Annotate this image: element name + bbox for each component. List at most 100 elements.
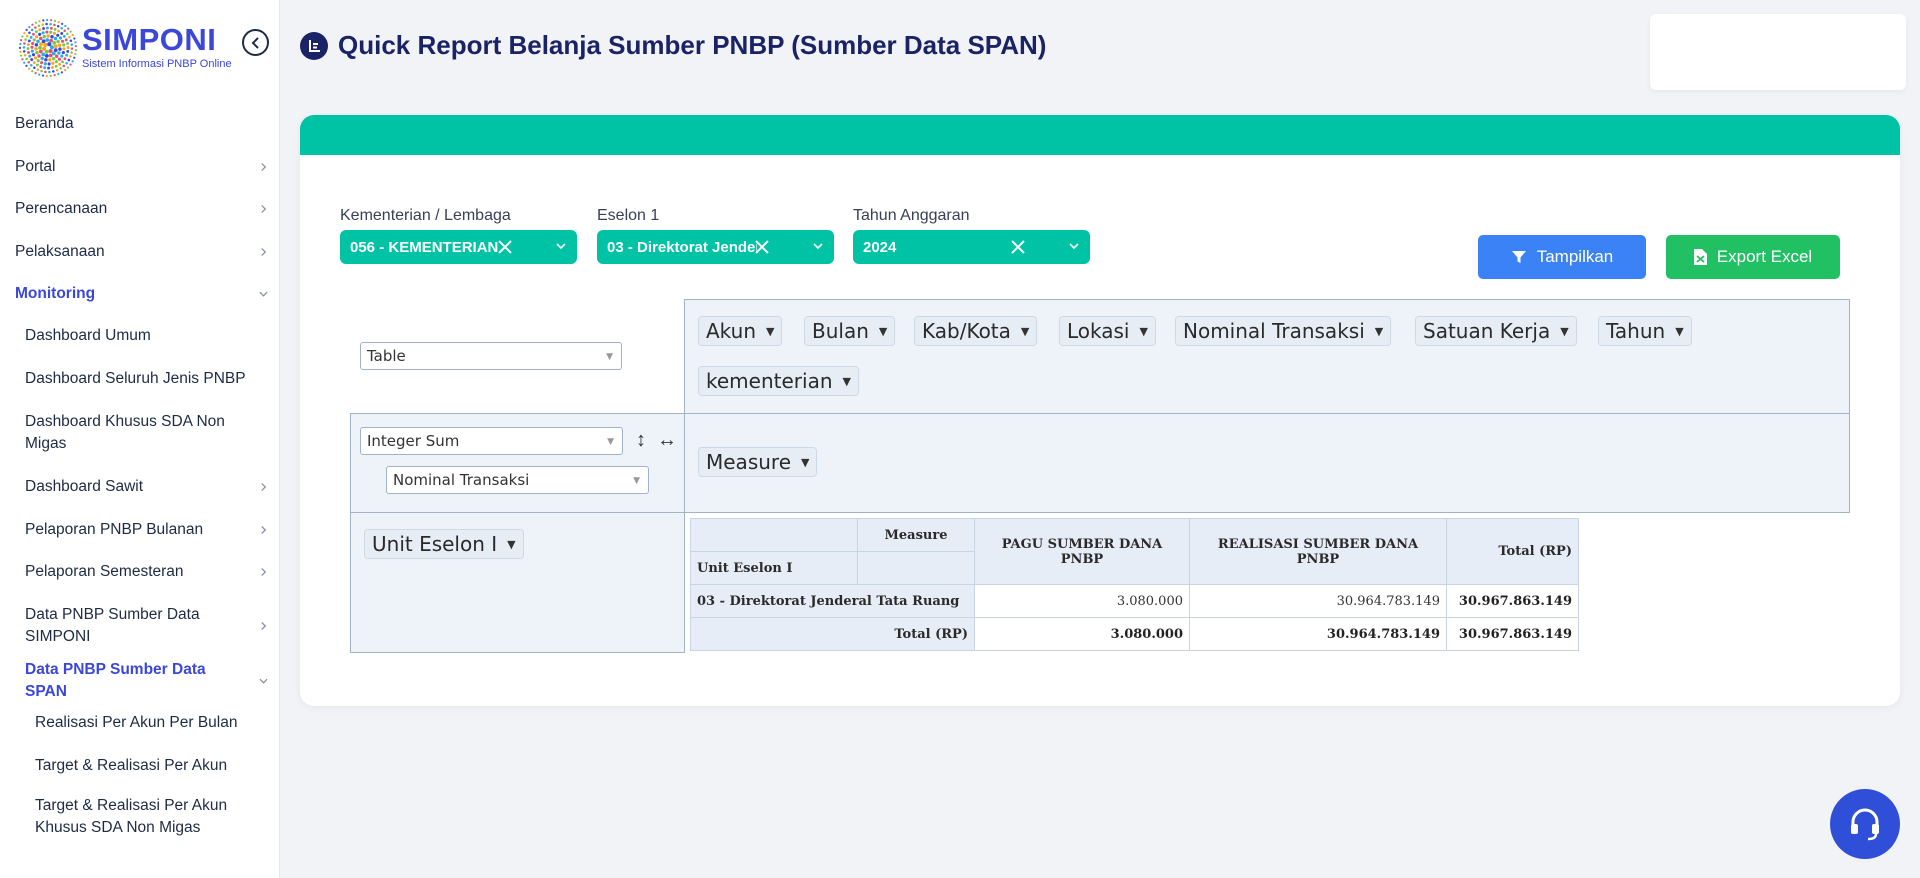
grand-total-cell[interactable]: 30.967.863.149 [1446, 617, 1579, 651]
sidebar-item[interactable]: Perencanaan [0, 188, 279, 230]
attribute-label: Akun [706, 319, 756, 343]
kementerian-select[interactable]: 056 - KEMENTERIAN [340, 230, 577, 264]
sidebar-item[interactable]: Target & Realisasi Per Akun Khusus SDA N… [0, 787, 279, 847]
row-total-cell[interactable]: 30.967.863.149 [1446, 584, 1579, 618]
sidebar-item[interactable]: Pelaporan Semesteran [0, 551, 279, 593]
chevron-left-icon [251, 36, 259, 49]
col-header-total: Total (RP) [1446, 518, 1579, 585]
triangle-down-icon: ▼ [878, 324, 888, 338]
triangle-down-icon: ▼ [801, 455, 810, 469]
triangle-down-icon: ▼ [1675, 324, 1684, 338]
sidebar-item[interactable]: Dashboard Seluruh Jenis PNBP [0, 357, 279, 400]
sidebar-item[interactable]: Pelaksanaan [0, 230, 279, 273]
attribute-label: Tahun [1606, 319, 1666, 343]
sidebar-item-label: Data PNBP Sumber Data SPAN [25, 660, 206, 700]
sidebar-item[interactable]: Realisasi Per Akun Per Bulan [0, 702, 279, 744]
aggregator-field-value: Nominal Transaksi [393, 471, 530, 489]
chevron-right-icon [261, 525, 267, 534]
sidebar-item[interactable]: Target & Realisasi Per Akun [0, 744, 279, 787]
pivot-attribute-chip[interactable]: Satuan Kerja ▼ [1415, 316, 1577, 346]
sidebar-item[interactable]: Beranda [0, 102, 279, 145]
pivot-attribute-chip[interactable]: Kab/Kota ▼ [914, 316, 1038, 346]
tahun-select[interactable]: 2024 [853, 230, 1090, 264]
eselon-value: 03 - Direktorat Jenderal [607, 238, 757, 256]
dropdown-arrow-icon: ▼ [607, 437, 614, 447]
excel-file-icon [1693, 249, 1707, 265]
sidebar-item[interactable]: Dashboard Umum [0, 315, 279, 357]
chevron-down-icon [813, 243, 823, 250]
col-total-cell[interactable]: 3.080.000 [974, 617, 1190, 651]
sidebar-item[interactable]: Data PNBP Sumber Data SIMPONI [0, 593, 279, 659]
card-header-band [300, 115, 1900, 155]
kementerian-label: Kementerian / Lembaga [340, 207, 511, 224]
total-label: Total (RP) [690, 617, 975, 651]
pivot-attribute-chip[interactable]: Tahun ▼ [1598, 316, 1692, 346]
chevron-right-icon [261, 247, 267, 256]
sidebar-item-label: Monitoring [15, 285, 96, 302]
col-header-label: Measure [857, 518, 975, 552]
sidebar-item-label: Dashboard Umum [25, 327, 151, 344]
clear-icon[interactable] [1010, 239, 1026, 255]
col-header-realisasi: REALISASI SUMBER DANA PNBP [1189, 518, 1447, 585]
sidebar-item-label: Pelaporan PNBP Bulanan [25, 520, 204, 538]
eselon-select[interactable]: 03 - Direktorat Jenderal [597, 230, 834, 264]
pivot-attribute-chip[interactable]: Lokasi ▼ [1059, 316, 1156, 346]
attribute-label: Satuan Kerja [1423, 319, 1551, 343]
page-header: Quick Report Belanja Sumber PNBP (Sumber… [300, 30, 1046, 61]
attribute-label: kementerian [706, 369, 833, 393]
export-excel-label: Export Excel [1716, 247, 1813, 266]
row-attribute-unit-eselon[interactable]: Unit Eselon I ▼ [364, 529, 524, 559]
row-label: 03 - Direktorat Jenderal Tata Ruang [690, 584, 975, 618]
dropdown-arrow-icon: ▼ [606, 352, 613, 362]
eselon-label: Eselon 1 [597, 207, 660, 224]
col-total-cell[interactable]: 30.964.783.149 [1189, 617, 1447, 651]
sidebar-item-label: Perencanaan [15, 200, 108, 217]
report-card: Kementerian / Lembaga 056 - KEMENTERIAN … [300, 115, 1900, 706]
pivot-unused-attributes: Akun ▼ Bulan ▼ Kab/Kota ▼ Lokasi ▼ Nominal Trans… [684, 299, 1850, 414]
chevron-right-icon [261, 482, 267, 491]
aggregator-select[interactable]: Integer Sum ▼ [360, 427, 623, 455]
sidebar-item-label: Dashboard Seluruh Jenis PNBP [25, 369, 246, 387]
sidebar-item-label: Dashboard Sawit [25, 477, 144, 495]
chevron-down-icon [556, 243, 566, 250]
pivot-attribute-chip[interactable]: kementerian ▼ [698, 366, 859, 396]
sidebar-item[interactable]: Portal [0, 145, 279, 188]
sidebar-collapse-button[interactable] [242, 29, 269, 56]
sidebar: SIMPONI Sistem Informasi PNBP Online Ber… [0, 0, 280, 878]
sidebar-item[interactable]: Monitoring [0, 273, 279, 315]
sidebar-item[interactable]: Dashboard Khusus SDA Non Migas [0, 400, 279, 465]
clear-icon[interactable] [497, 239, 513, 255]
help-chat-button[interactable] [1830, 789, 1900, 859]
export-excel-button[interactable]: Export Excel [1666, 235, 1840, 279]
pivot-attribute-chip[interactable]: Bulan ▼ [804, 316, 896, 346]
tahun-value: 2024 [863, 238, 897, 256]
triangle-down-icon: ▼ [1560, 324, 1569, 338]
tahun-label: Tahun Anggaran [853, 207, 970, 224]
totals-row: Total (RP) 3.080.000 30.964.783.149 30.9… [690, 617, 1579, 651]
sidebar-item[interactable]: Dashboard Sawit [0, 465, 279, 508]
triangle-down-icon: ▼ [1374, 324, 1384, 338]
sidebar-item[interactable]: Data PNBP Sumber Data SPAN [0, 659, 279, 702]
value-cell[interactable]: 30.964.783.149 [1189, 584, 1447, 618]
clear-icon[interactable] [754, 239, 770, 255]
col-attribute-measure[interactable]: Measure ▼ [698, 447, 818, 477]
row-header-label: Unit Eselon I [690, 551, 858, 585]
attribute-label: Lokasi [1067, 319, 1130, 343]
sidebar-item-label: Beranda [15, 114, 74, 132]
row-order-icon[interactable]: ↕ [636, 429, 646, 452]
chevron-right-icon [261, 162, 267, 171]
kementerian-value: 056 - KEMENTERIAN [350, 238, 499, 256]
attribute-label: Bulan [812, 319, 869, 343]
sidebar-item-label: Target & Realisasi Per Akun Khusus SDA N… [35, 797, 228, 836]
renderer-select[interactable]: Table ▼ [360, 342, 622, 370]
value-cell[interactable]: 3.080.000 [974, 584, 1190, 618]
pivot-attribute-chip[interactable]: Akun ▼ [698, 316, 783, 346]
pivot-attribute-chip[interactable]: Nominal Transaksi ▼ [1175, 316, 1392, 346]
triangle-down-icon: ▼ [1020, 324, 1030, 338]
filter-icon [1511, 251, 1526, 263]
aggregator-field-select[interactable]: Nominal Transaksi ▼ [386, 466, 649, 494]
col-order-icon[interactable]: ↔ [657, 429, 677, 452]
sidebar-item[interactable]: Pelaporan PNBP Bulanan [0, 508, 279, 551]
simponi-logo[interactable]: SIMPONI Sistem Informasi PNBP Online [18, 18, 248, 78]
tampilkan-button[interactable]: Tampilkan [1478, 235, 1646, 279]
